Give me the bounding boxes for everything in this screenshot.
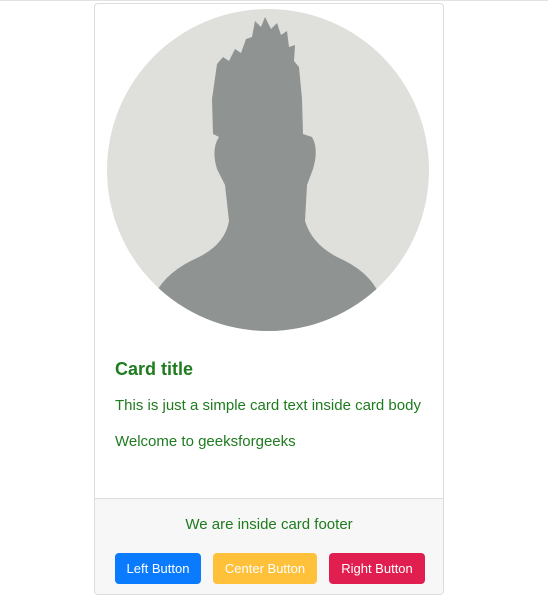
right-button[interactable]: Right Button bbox=[329, 553, 425, 584]
footer-text: We are inside card footer bbox=[185, 516, 353, 533]
page-top-divider bbox=[0, 0, 548, 1]
card-body: Card title This is just a simple card te… bbox=[95, 344, 443, 454]
card-welcome-text: Welcome to geeksforgeeks bbox=[115, 433, 296, 450]
card-text: This is just a simple card text inside c… bbox=[115, 397, 421, 414]
card-footer: We are inside card footer Left Button Ce… bbox=[95, 498, 443, 594]
avatar-image bbox=[107, 9, 429, 331]
left-button[interactable]: Left Button bbox=[115, 553, 201, 584]
center-button[interactable]: Center Button bbox=[213, 553, 317, 584]
profile-card: Card title This is just a simple card te… bbox=[94, 3, 444, 595]
footer-button-group: Left Button Center Button Right Button bbox=[115, 553, 425, 584]
card-title: Card title bbox=[115, 359, 194, 379]
